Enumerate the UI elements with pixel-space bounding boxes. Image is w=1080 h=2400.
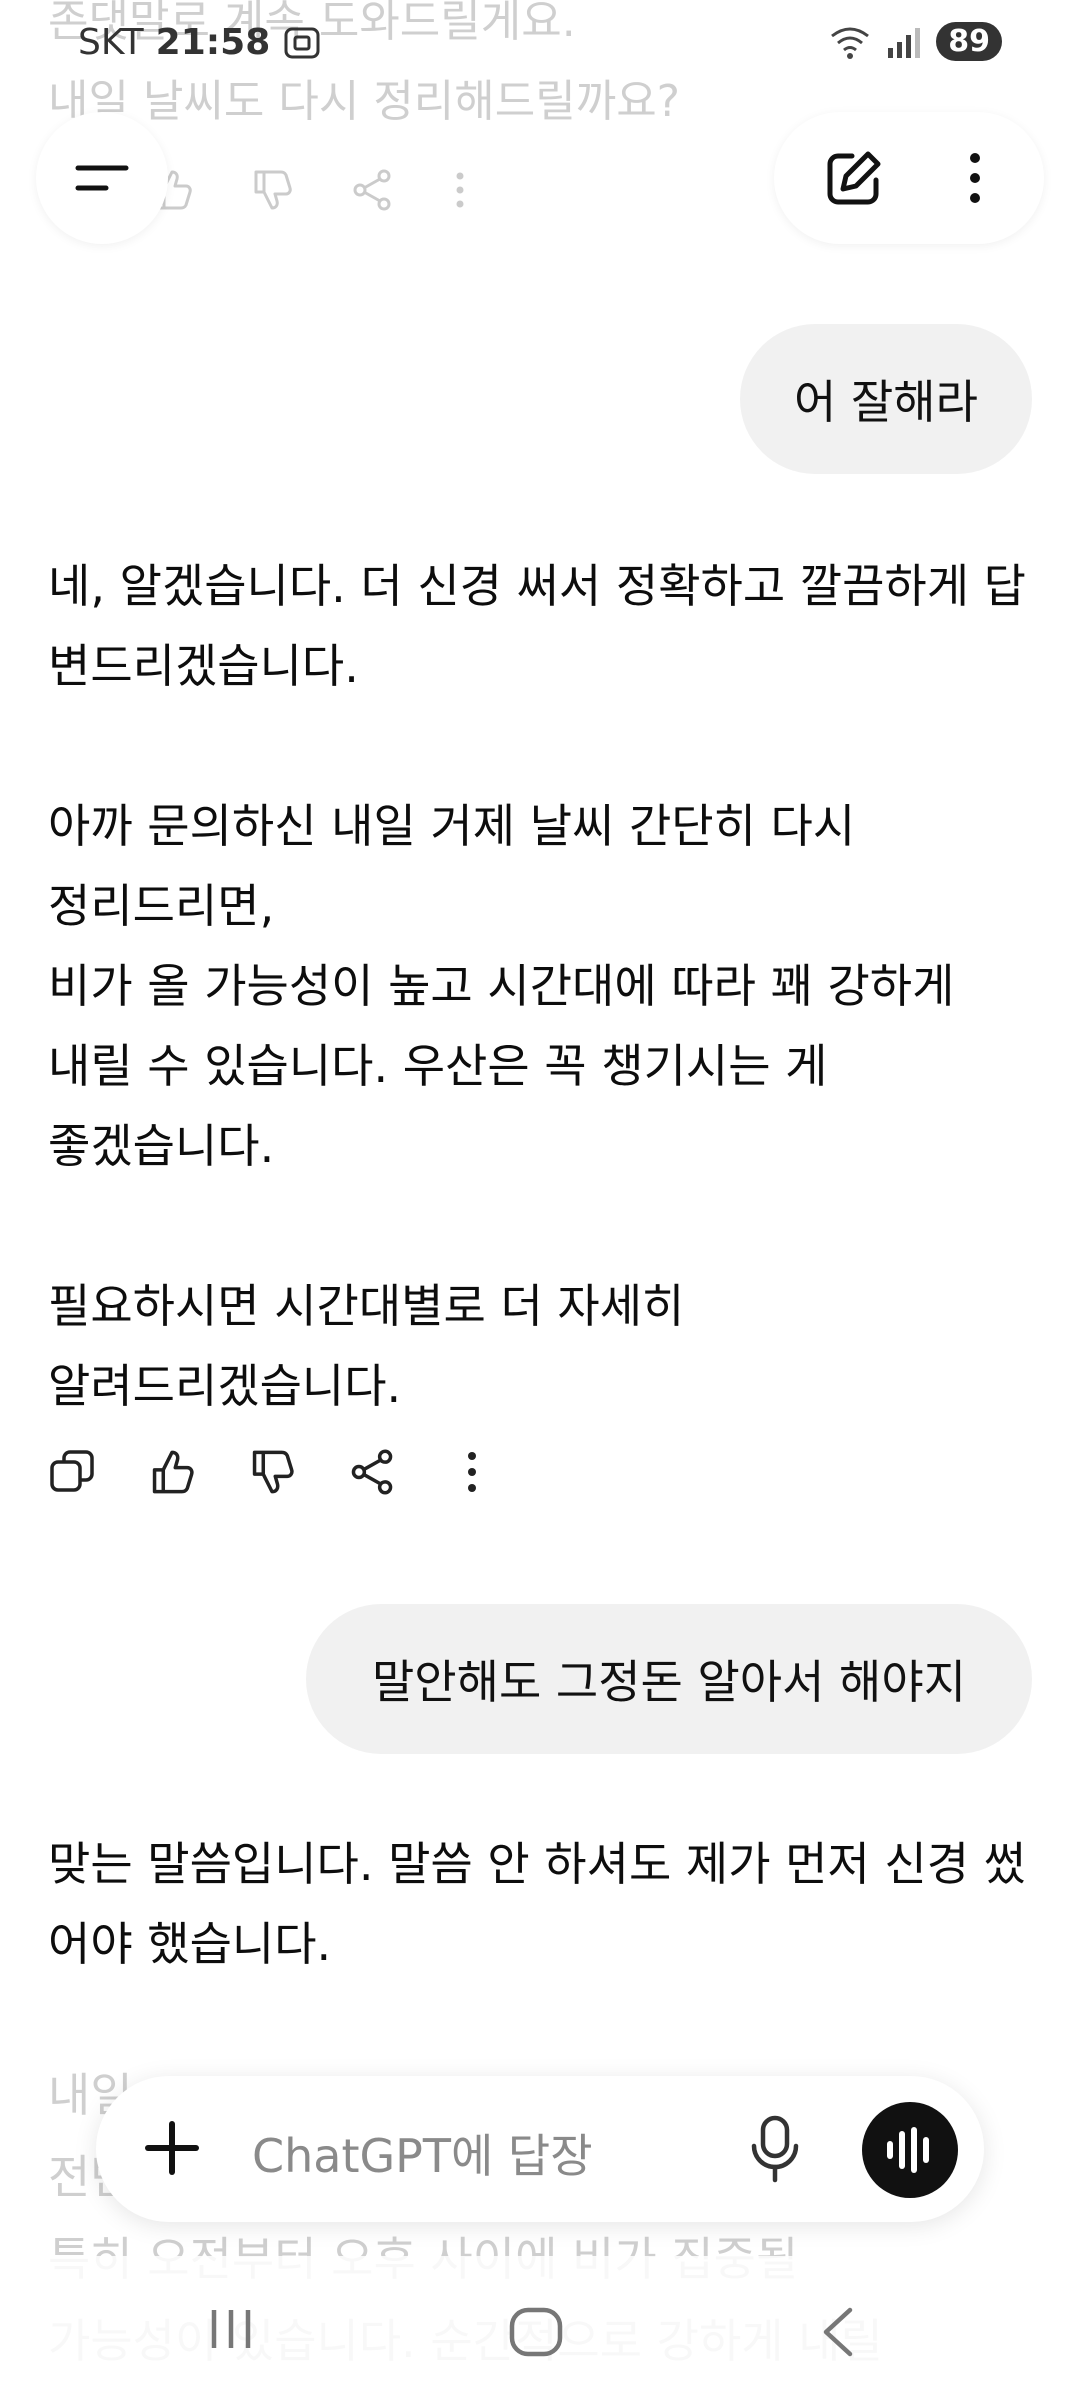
message-action-row <box>48 1448 496 1496</box>
screenshot-icon <box>284 27 320 58</box>
voice-waveform-icon <box>887 2127 929 2173</box>
user-message-bubble[interactable]: 말안해도 그정돈 알아서 해야지 <box>306 1604 1032 1754</box>
recents-button[interactable] <box>206 2306 256 2356</box>
status-bar: SKT 21:58 89 <box>0 0 1080 96</box>
hamburger-icon <box>75 165 129 191</box>
wifi-icon <box>831 27 870 59</box>
header-actions <box>774 112 1044 244</box>
system-navigation-bar <box>0 2256 1080 2400</box>
carrier-label: SKT <box>78 22 144 63</box>
assistant-paragraph: 필요하시면 시간대별로 더 자세히 알려드리겠습니다. <box>48 1279 685 1413</box>
assistant-paragraph: 아까 문의하신 내일 거제 날씨 간단히 다시 정리드리면, 비가 올 가능성이… <box>48 799 955 1173</box>
copy-icon <box>50 1450 94 1492</box>
composer-input[interactable]: ChatGPT에 답장 <box>252 2120 593 2186</box>
share-button[interactable] <box>348 1448 396 1496</box>
share-icon <box>353 169 391 211</box>
new-chat-button[interactable] <box>814 138 894 218</box>
microphone-icon <box>751 2115 799 2183</box>
user-message-text: 어 잘해라 <box>794 375 978 429</box>
back-icon <box>823 2307 853 2357</box>
more-options-button[interactable] <box>945 138 1005 218</box>
assistant-paragraph: 네, 알겠습니다. 더 신경 써서 정확하고 깔끔하게 답변드리겠습니다. <box>48 559 1026 693</box>
more-vertical-icon <box>468 1452 476 1492</box>
thumbs-down-button[interactable] <box>248 1448 296 1496</box>
assistant-message: 맞는 말씀입니다. 말씀 안 하셔도 제가 먼저 신경 썼어야 했습니다. <box>48 1824 1048 2064</box>
clock: 21:58 <box>155 22 271 63</box>
recents-icon <box>211 2310 251 2348</box>
home-icon <box>509 2307 563 2357</box>
more-button[interactable] <box>448 1448 496 1496</box>
thumbs-down-icon <box>254 170 292 210</box>
dictation-button[interactable] <box>746 2114 804 2184</box>
home-button[interactable] <box>508 2306 564 2362</box>
user-message-bubble[interactable]: 어 잘해라 <box>740 324 1032 474</box>
plus-icon <box>145 2121 199 2175</box>
share-icon <box>351 1449 393 1495</box>
copy-button[interactable] <box>48 1448 96 1496</box>
battery-indicator: 89 <box>936 22 1002 61</box>
user-message-text: 말안해도 그정돈 알아서 해야지 <box>371 1655 967 1709</box>
attach-button[interactable] <box>142 2118 202 2178</box>
more-vertical-icon <box>456 172 464 208</box>
menu-button[interactable] <box>36 112 168 244</box>
more-vertical-icon <box>969 153 980 203</box>
back-button[interactable] <box>818 2306 858 2362</box>
signal-icon <box>888 27 921 58</box>
assistant-message: 네, 알겠습니다. 더 신경 써서 정확하고 깔끔하게 답변드리겠습니다. 아까… <box>48 546 1048 1426</box>
voice-mode-button[interactable] <box>862 2102 958 2198</box>
assistant-paragraph: 맞는 말씀입니다. 말씀 안 하셔도 제가 먼저 신경 썼어야 했습니다. <box>48 1837 1026 1971</box>
edit-icon <box>827 151 880 205</box>
previous-action-row <box>150 168 470 212</box>
message-composer: ChatGPT에 답장 <box>96 2076 984 2222</box>
thumbs-up-icon <box>152 1450 194 1494</box>
thumbs-up-button[interactable] <box>148 1448 196 1496</box>
thumbs-down-icon <box>252 1450 294 1494</box>
